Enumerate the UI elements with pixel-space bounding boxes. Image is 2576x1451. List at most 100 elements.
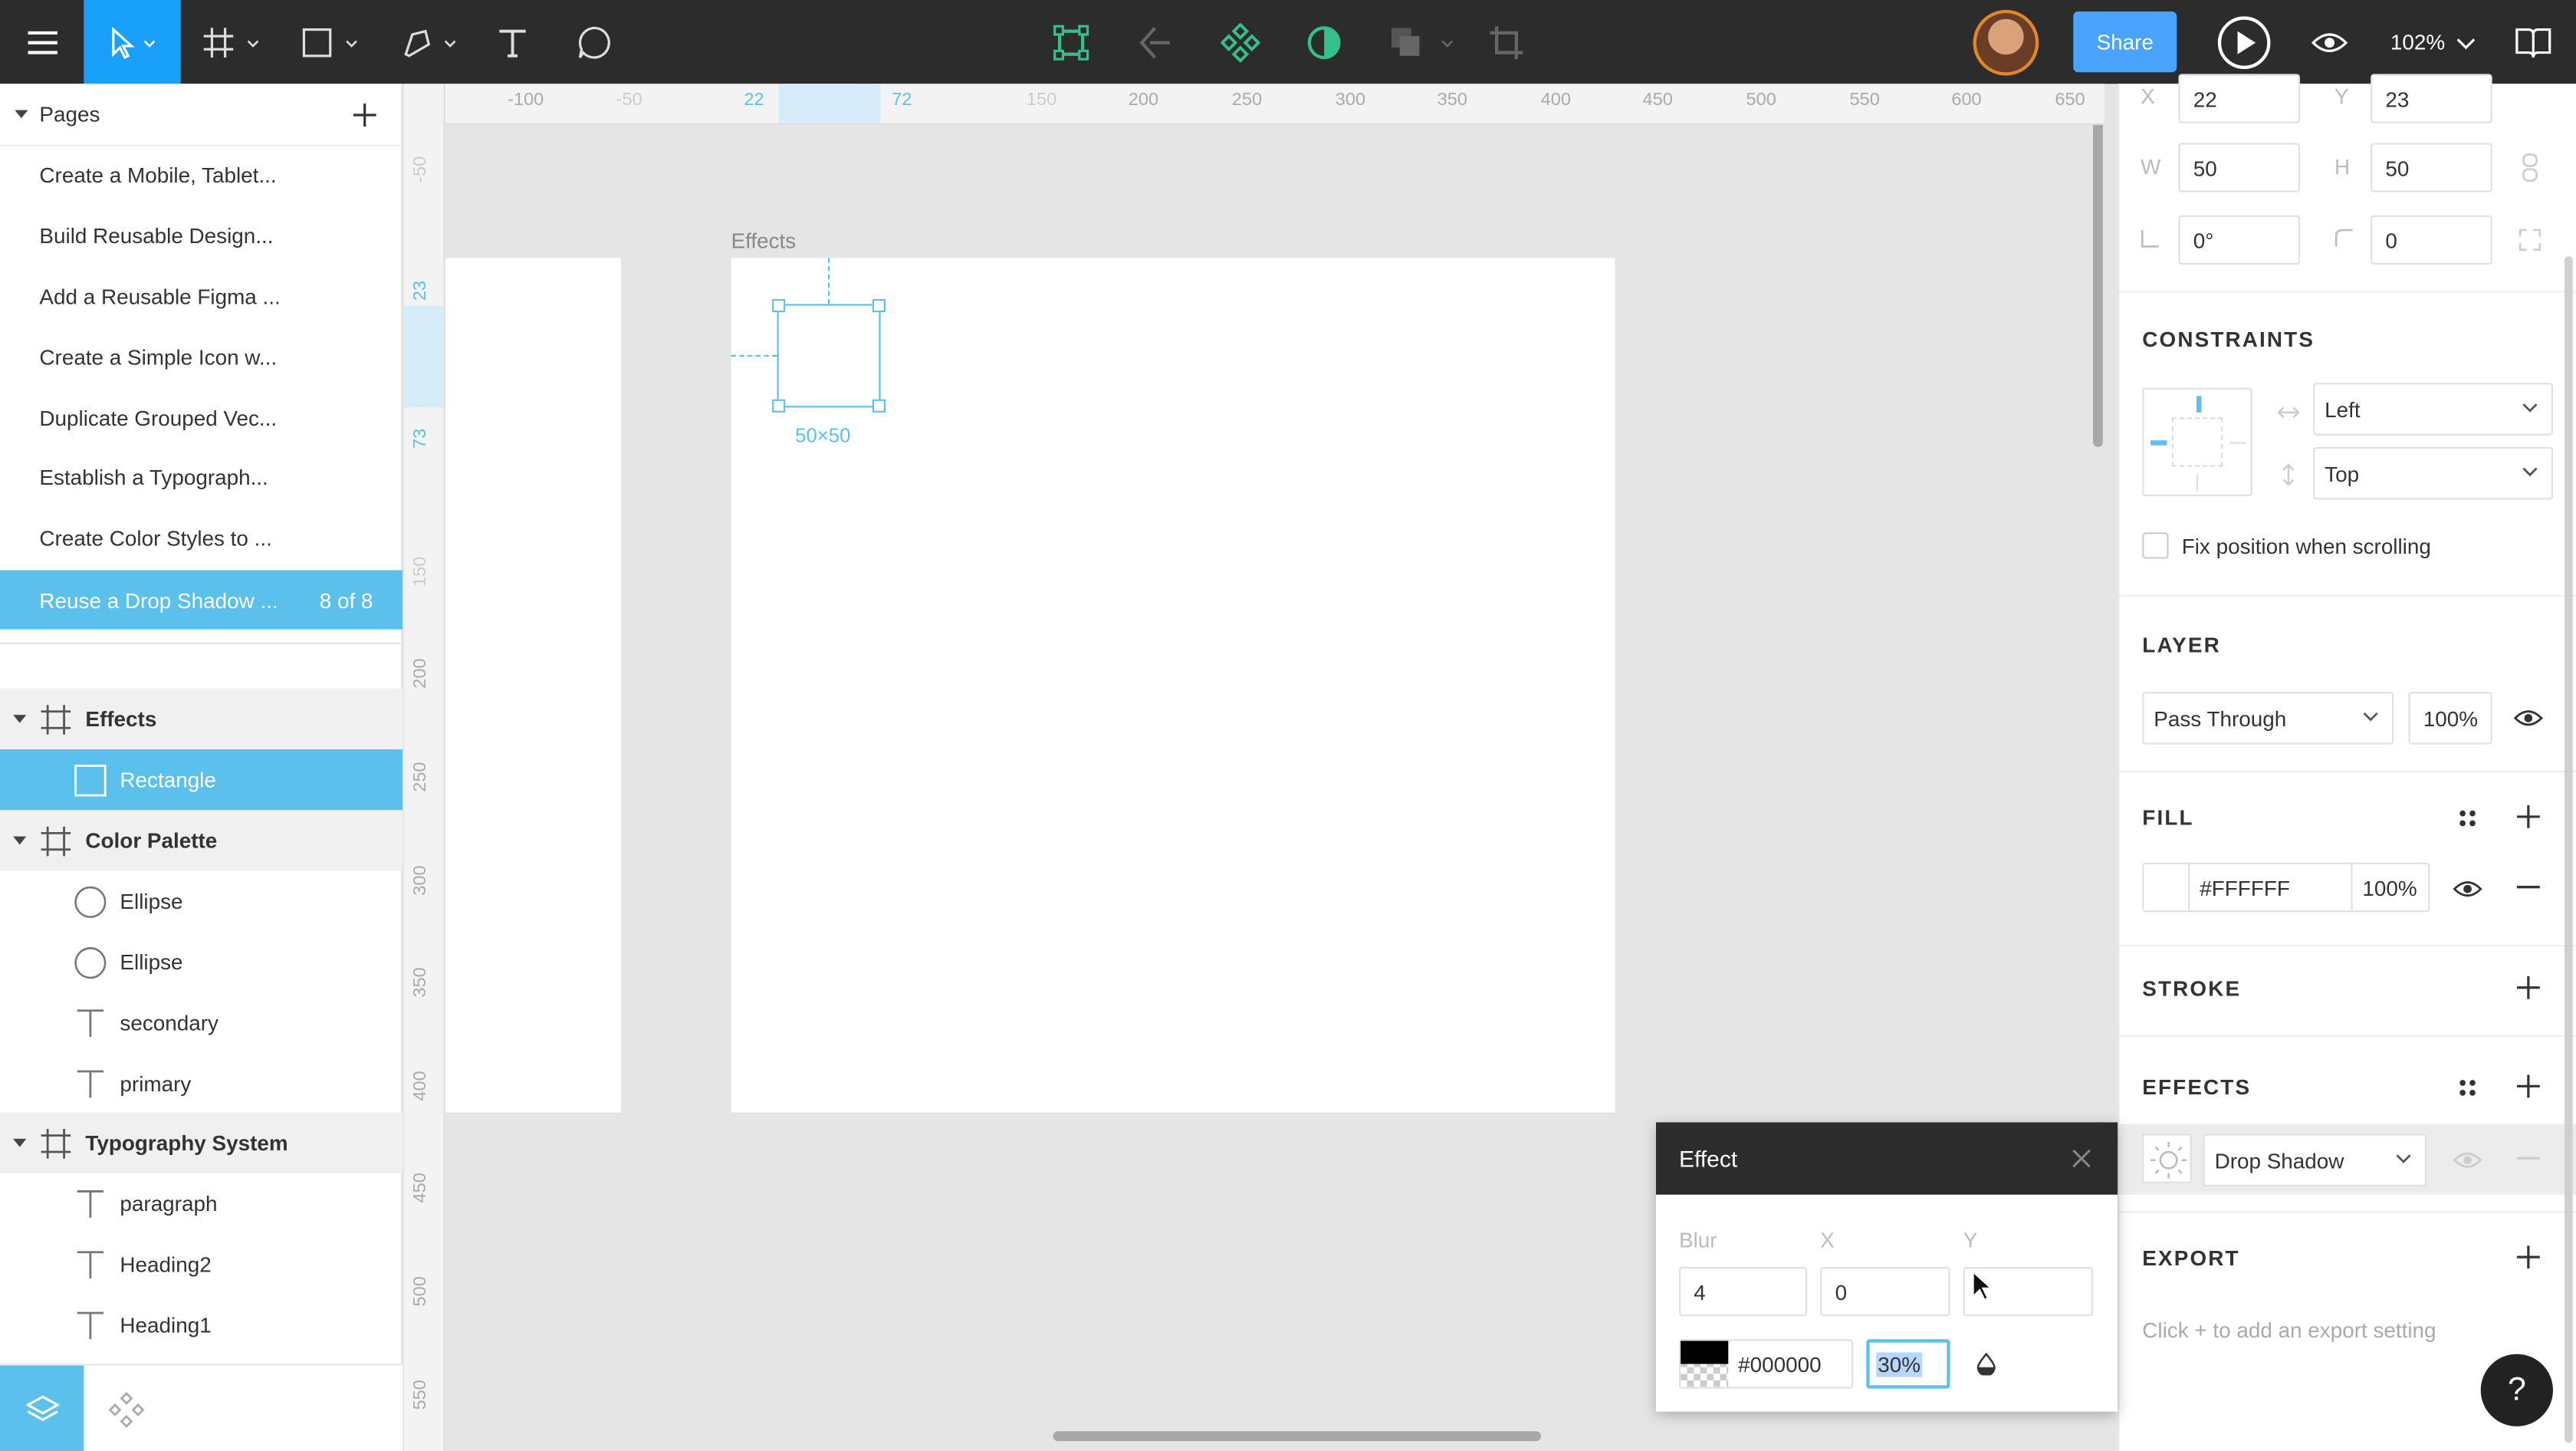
zoom-select[interactable]: 102% — [2390, 0, 2478, 84]
page-item[interactable]: Establish a Typograph... — [0, 447, 402, 506]
add-stroke-icon[interactable] — [2516, 976, 2540, 999]
horizontal-constraint-select[interactable]: Left — [2313, 383, 2553, 436]
fill-hex-value[interactable]: #FFFFFF — [2200, 876, 2290, 900]
crop-icon[interactable] — [1484, 0, 1530, 84]
edit-object-icon[interactable] — [1046, 0, 1096, 84]
frame-title[interactable]: Effects — [731, 229, 797, 253]
add-page-icon[interactable] — [353, 103, 376, 127]
independent-corners-icon[interactable] — [2518, 229, 2542, 252]
layer-frame-typography[interactable]: Typography System — [0, 1112, 402, 1173]
present-play-icon[interactable] — [2215, 0, 2274, 84]
remove-fill-icon[interactable] — [2516, 885, 2540, 889]
resize-handle[interactable] — [872, 298, 886, 313]
layer-rectangle[interactable]: Rectangle — [0, 749, 402, 811]
selected-rectangle[interactable] — [772, 298, 886, 413]
fix-position-checkbox[interactable] — [2142, 532, 2169, 559]
right-panel-scrollbar[interactable] — [2564, 256, 2573, 1443]
help-button[interactable]: ? — [2480, 1354, 2553, 1426]
eye-icon[interactable] — [2453, 879, 2482, 899]
sun-icon[interactable] — [2142, 1133, 2192, 1183]
page-item[interactable]: Build Reusable Design... — [0, 206, 402, 265]
constraints-widget[interactable] — [2142, 387, 2252, 497]
menu-icon[interactable] — [0, 0, 84, 84]
components-tab-icon[interactable] — [84, 1366, 167, 1451]
offset-x-field[interactable]: 0 — [1820, 1267, 1950, 1317]
layer-text-primary[interactable]: primary — [0, 1053, 402, 1114]
layer-opacity-field[interactable]: 100% — [2408, 692, 2492, 745]
eye-icon[interactable] — [2453, 1150, 2482, 1170]
group-icon[interactable] — [1383, 0, 1459, 84]
shape-tool-icon[interactable] — [292, 0, 368, 84]
layer-frame-effects[interactable]: Effects — [0, 688, 402, 750]
add-export-icon[interactable] — [2516, 1245, 2540, 1269]
page-item[interactable]: Add a Reusable Figma ... — [0, 266, 402, 325]
layer-frame-color-palette[interactable]: Color Palette — [0, 810, 402, 871]
fill-row[interactable]: #FFFFFF 100% — [2142, 862, 2430, 913]
shadow-color-swatch[interactable] — [1681, 1341, 1729, 1387]
vertical-constraint-select[interactable]: Top — [2313, 446, 2553, 500]
constraint-right-bar[interactable] — [2229, 442, 2246, 444]
constrain-proportions-icon[interactable] — [2520, 153, 2540, 183]
move-tool-icon[interactable] — [84, 0, 181, 84]
effect-row[interactable]: Drop Shadow — [2119, 1124, 2576, 1195]
layer-text-heading2[interactable]: Heading2 — [0, 1234, 402, 1295]
comment-tool-icon[interactable] — [568, 0, 621, 84]
page-item[interactable]: Create a Simple Icon w... — [0, 327, 402, 386]
blur-field[interactable]: 4 — [1679, 1267, 1808, 1317]
x-field[interactable]: 22 — [2178, 74, 2300, 123]
text-tool-icon[interactable] — [486, 0, 539, 84]
eye-icon[interactable] — [2513, 709, 2544, 729]
fill-swatch[interactable] — [2144, 864, 2190, 911]
pen-tool-icon[interactable] — [391, 0, 467, 84]
page-item[interactable]: Duplicate Grouped Vec... — [0, 388, 402, 447]
layers-tab-icon[interactable] — [0, 1365, 84, 1451]
fill-opacity-value[interactable]: 100% — [2362, 876, 2417, 900]
frame-tool-icon[interactable] — [194, 0, 270, 84]
constraint-left-bar[interactable] — [2150, 440, 2167, 446]
constraint-bottom-bar[interactable] — [2196, 475, 2199, 492]
add-effect-icon[interactable] — [2516, 1074, 2540, 1098]
close-icon[interactable] — [2072, 1149, 2091, 1169]
height-field[interactable]: 50 — [2371, 143, 2492, 192]
blend-drop-icon[interactable] — [1975, 1352, 1998, 1376]
vertical-scrollbar[interactable] — [2093, 124, 2103, 447]
remove-effect-icon[interactable] — [2516, 1157, 2540, 1160]
horizontal-scrollbar[interactable] — [1053, 1431, 1541, 1442]
component-icon[interactable] — [1216, 0, 1265, 84]
resize-handle[interactable] — [772, 399, 786, 413]
user-avatar[interactable] — [1973, 9, 2039, 76]
library-book-icon[interactable] — [2507, 0, 2560, 84]
style-grid-icon[interactable] — [2458, 808, 2478, 828]
layer-text-secondary[interactable]: secondary — [0, 992, 402, 1053]
layer-text-paragraph[interactable]: paragraph — [0, 1173, 402, 1234]
shadow-opacity-field[interactable]: 30% — [1866, 1339, 1950, 1389]
adjacent-frame[interactable] — [445, 258, 621, 1113]
style-grid-icon[interactable] — [2458, 1078, 2478, 1098]
layer-ellipse[interactable]: Ellipse — [0, 932, 402, 992]
mask-icon[interactable] — [1300, 0, 1349, 84]
caret-down-icon[interactable] — [13, 107, 29, 120]
view-eye-icon[interactable] — [2305, 0, 2354, 84]
page-item[interactable]: Create Color Styles to ... — [0, 508, 402, 567]
rotation-field[interactable]: 0° — [2178, 215, 2300, 265]
layer-ellipse[interactable]: Ellipse — [0, 871, 402, 932]
layer-text-heading1[interactable]: Heading1 — [0, 1295, 402, 1355]
y-field[interactable]: 23 — [2371, 74, 2492, 123]
page-item-selected[interactable]: Reuse a Drop Shadow ... 8 of 8 — [0, 570, 402, 630]
width-field[interactable]: 50 — [2178, 143, 2300, 192]
radius-field[interactable]: 0 — [2371, 215, 2492, 265]
effect-type-select[interactable]: Drop Shadow — [2203, 1133, 2426, 1187]
boolean-icon[interactable] — [1130, 0, 1179, 84]
shadow-color-hex[interactable]: #000000 — [1738, 1352, 1821, 1377]
add-fill-icon[interactable] — [2516, 804, 2540, 828]
share-button[interactable]: Share — [2073, 11, 2177, 73]
shadow-color-row[interactable]: #000000 — [1679, 1339, 1854, 1389]
caret-down-icon[interactable] — [12, 1137, 28, 1150]
blend-mode-select[interactable]: Pass Through — [2142, 692, 2394, 745]
resize-handle[interactable] — [772, 298, 786, 313]
caret-down-icon[interactable] — [12, 834, 28, 847]
page-item[interactable]: Create a Mobile, Tablet... — [0, 145, 402, 204]
constraint-top-bar[interactable] — [2196, 396, 2202, 413]
resize-handle[interactable] — [872, 399, 886, 413]
caret-down-icon[interactable] — [12, 712, 28, 726]
